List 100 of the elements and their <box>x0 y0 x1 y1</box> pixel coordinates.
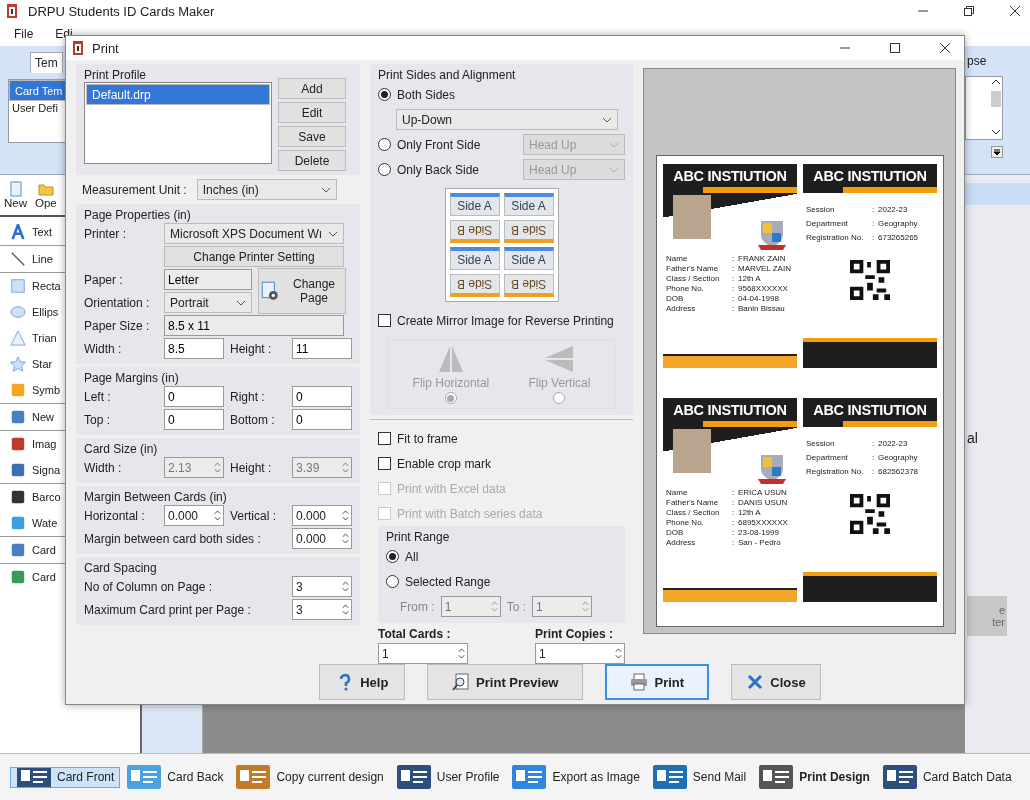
maximize-icon[interactable] <box>890 43 900 53</box>
card-title: ABC INSTIUTION <box>813 402 927 418</box>
tool-label[interactable]: New <box>32 411 54 423</box>
preview-button[interactable]: Print Preview <box>427 664 584 700</box>
bottom-margin-field[interactable]: 0 <box>292 409 352 430</box>
radio-button[interactable] <box>553 392 566 404</box>
tool-label[interactable]: Trian <box>32 332 57 344</box>
radio-label[interactable]: Both Sides <box>397 87 456 102</box>
radio-button[interactable] <box>378 138 391 151</box>
toolbar-button-label[interactable]: New <box>4 197 27 209</box>
radio-label[interactable]: Selected Range <box>405 574 491 589</box>
toolbar-button[interactable]: User Profile <box>389 757 506 797</box>
qr-code-icon <box>850 260 890 300</box>
card-field-value: 673265265 <box>878 233 919 242</box>
section-title: Page Properties (in) <box>84 208 192 222</box>
restore-icon[interactable] <box>964 6 974 16</box>
radio-label[interactable]: All <box>405 549 419 564</box>
card-field-separator: : <box>732 488 736 497</box>
side-tile: Side B <box>503 220 554 243</box>
radio-label[interactable]: Only Back Side <box>397 162 480 177</box>
ellipse-tool-icon[interactable] <box>10 304 26 320</box>
card-field-label: DOB <box>666 528 685 537</box>
tool-label[interactable]: Symb <box>32 384 61 396</box>
checkbox-label[interactable]: Create Mirror Image for Reverse Printing <box>397 313 614 328</box>
close-icon[interactable] <box>1010 6 1020 16</box>
triangle-tool-icon[interactable] <box>10 330 26 346</box>
field-label: Left : <box>84 389 112 404</box>
profile-button[interactable]: Save <box>278 126 346 147</box>
panel-button[interactable]: e ter <box>967 596 1007 636</box>
change-printer-button[interactable]: Change Printer Setting <box>164 246 344 267</box>
text-tool-icon[interactable] <box>10 224 26 240</box>
print-button[interactable]: Print <box>605 664 710 700</box>
card-field-value: 23-08-1999 <box>738 528 779 537</box>
tool-label[interactable]: Imag <box>32 438 57 450</box>
paper-field[interactable]: Letter <box>164 269 252 290</box>
toolbar-button[interactable]: Card Batch Data <box>875 757 1018 797</box>
card-field-value: DANIS USUN <box>738 498 788 507</box>
left-margin-field[interactable]: 0 <box>164 386 224 407</box>
toolbar-button[interactable]: Card Front <box>10 766 121 788</box>
checkbox-label[interactable]: Fit to frame <box>397 431 458 446</box>
tool-label[interactable]: Card <box>32 544 56 556</box>
toolbar-button[interactable]: Send Mail <box>645 757 753 797</box>
list-item[interactable]: Default.drp <box>86 84 270 105</box>
toolbar-button-label[interactable]: Ope <box>35 197 57 209</box>
card-field-separator: : <box>732 254 736 263</box>
close-icon[interactable] <box>940 43 950 53</box>
checkbox[interactable] <box>378 457 391 470</box>
checkbox[interactable] <box>378 432 391 445</box>
tool-label[interactable]: Ellips <box>32 306 59 318</box>
toolbar-button[interactable]: Print Design <box>752 757 876 797</box>
menu-item[interactable]: File <box>14 27 34 41</box>
tool-label[interactable]: Star <box>32 358 53 370</box>
top-margin-field[interactable]: 0 <box>164 409 224 430</box>
ribbon-tab[interactable]: pse <box>965 54 1030 68</box>
ribbon-tab[interactable]: Tem <box>30 52 63 73</box>
right-margin-field[interactable]: 0 <box>292 386 352 407</box>
card-title: ABC INSTIUTION <box>673 168 787 184</box>
tool-label[interactable]: Signa <box>32 464 61 476</box>
help-button[interactable]: Help <box>319 664 406 700</box>
width-field[interactable]: 8.5 <box>164 338 224 359</box>
paper-size-field[interactable]: 8.5 x 11 <box>164 315 344 336</box>
dropdown-arrow-icon[interactable] <box>991 146 1003 158</box>
checkbox-label[interactable]: Enable crop mark <box>397 456 492 471</box>
toolbar-button[interactable]: Copy current design <box>229 757 390 797</box>
field-label: To : <box>506 599 526 614</box>
toolbar-button[interactable]: Export as Image <box>505 757 646 797</box>
tool-label[interactable]: Text <box>32 226 53 238</box>
tool-label[interactable]: Line <box>32 253 53 265</box>
radio-button[interactable] <box>444 392 457 404</box>
tool-label[interactable]: Card <box>32 571 56 583</box>
radio-button[interactable] <box>378 163 391 176</box>
radio-button[interactable] <box>386 550 399 563</box>
unit-dropdown[interactable]: Inches (in) <box>196 179 337 200</box>
list-item[interactable]: User Defi <box>9 101 61 115</box>
printer-dropdown[interactable]: Microsoft XPS Document Wı <box>164 223 344 244</box>
change-page-button[interactable]: Change Page <box>258 268 346 314</box>
radio-button[interactable] <box>386 575 399 588</box>
card-field-separator: : <box>872 233 876 242</box>
profile-button[interactable]: Add <box>278 78 346 99</box>
toolbar-button[interactable]: Card Back <box>120 757 230 797</box>
orientation-dropdown[interactable]: Portrait <box>164 292 252 313</box>
tool-label[interactable]: Recta <box>32 280 61 292</box>
card-field-value: San - Pedro <box>738 538 781 547</box>
profile-button[interactable]: Delete <box>278 150 346 171</box>
section-title: Print Sides and Alignment <box>378 68 517 82</box>
rect-tool-icon[interactable] <box>10 278 26 294</box>
radio-label[interactable]: Only Front Side <box>397 137 481 152</box>
layout-dropdown[interactable]: Up-Down <box>396 109 618 130</box>
scrollbar-icon[interactable] <box>990 77 1002 137</box>
close-button[interactable]: Close <box>731 664 821 700</box>
section-title: Margin Between Cards (in) <box>84 490 228 504</box>
tool-label[interactable]: Wate <box>32 517 58 529</box>
line-tool-icon[interactable] <box>10 251 26 267</box>
star-tool-icon[interactable] <box>10 356 26 372</box>
checkbox[interactable] <box>378 314 391 327</box>
tool-label[interactable]: Barco <box>32 491 61 503</box>
height-field[interactable]: 11 <box>292 338 352 359</box>
profile-button[interactable]: Edit <box>278 102 346 123</box>
radio-button[interactable] <box>378 88 391 101</box>
card-field-value: Geography <box>878 219 918 228</box>
